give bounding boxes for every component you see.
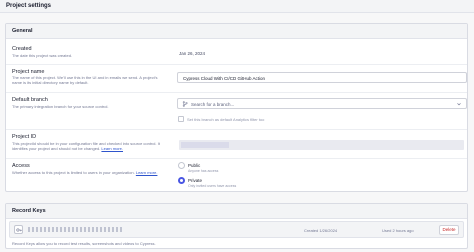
project-id-learn-more-link[interactable]: Learn more. xyxy=(101,146,123,151)
record-key-row: Created 1/26/2024 Used 2 hours ago Delet… xyxy=(9,221,464,238)
project-name-description: The name of this project. We'll use this… xyxy=(12,75,158,85)
project-id-field[interactable] xyxy=(179,140,464,150)
access-description: Whether access to this project is limite… xyxy=(12,170,164,175)
key-icon xyxy=(16,228,22,232)
divider xyxy=(6,92,467,93)
created-label: Created xyxy=(12,46,32,52)
chevron-down-icon xyxy=(457,103,461,106)
divider xyxy=(6,64,467,65)
record-key-created: Created 1/26/2024 xyxy=(304,228,338,233)
copy-key-button[interactable] xyxy=(14,225,23,234)
private-description: Only invited users have access xyxy=(188,184,237,188)
record-keys-heading: Record Keys xyxy=(12,208,46,214)
general-heading: General xyxy=(12,28,33,34)
general-card-header: General xyxy=(6,24,467,39)
project-id-label: Project ID xyxy=(12,134,37,140)
record-keys-header: Record Keys xyxy=(6,204,467,219)
record-keys-description: Record Keys allow you to record test res… xyxy=(12,241,156,246)
created-date: Jan 26, 2024 xyxy=(179,51,206,56)
project-name-value: Cypress Cloud With CI/CD GitHub Action xyxy=(183,76,266,81)
project-name-input[interactable]: Cypress Cloud With CI/CD GitHub Action xyxy=(177,72,467,83)
private-label: Private xyxy=(188,178,203,183)
page-header: Project settings xyxy=(0,0,474,13)
default-branch-description: The primary integration branch for your … xyxy=(12,104,109,109)
access-learn-more-link[interactable]: Learn more. xyxy=(136,170,158,175)
branch-select[interactable]: Search for a branch... xyxy=(177,98,467,109)
private-radio[interactable] xyxy=(178,177,185,184)
branch-icon xyxy=(182,101,188,107)
divider xyxy=(6,158,467,159)
general-card: General Created The date this project wa… xyxy=(5,23,468,192)
page-title: Project settings xyxy=(6,3,52,9)
public-radio[interactable] xyxy=(178,162,185,169)
access-label: Access xyxy=(12,163,30,169)
public-label: Public xyxy=(188,163,201,168)
default-branch-label: Default branch xyxy=(12,97,48,103)
record-key-value-redacted xyxy=(28,227,124,232)
project-id-description: This projectId should be in your configu… xyxy=(12,141,164,151)
divider xyxy=(6,129,467,130)
project-id-value-redacted xyxy=(181,142,229,148)
branch-search-placeholder: Search for a branch... xyxy=(191,102,235,107)
analytics-default-label: Set this branch as default Analytics fil… xyxy=(187,117,265,122)
access-description-text: Whether access to this project is limite… xyxy=(12,170,135,175)
project-id-description-text: This projectId should be in your configu… xyxy=(12,141,160,151)
analytics-default-checkbox[interactable] xyxy=(178,116,184,122)
delete-key-button[interactable]: Delete xyxy=(439,225,459,235)
public-description: Anyone has access xyxy=(188,169,219,173)
created-description: The date this project was created. xyxy=(12,53,73,58)
record-key-last-used: Used 2 hours ago xyxy=(382,228,414,233)
record-keys-card: Record Keys Created 1/26/2024 Used 2 hou… xyxy=(5,203,468,249)
